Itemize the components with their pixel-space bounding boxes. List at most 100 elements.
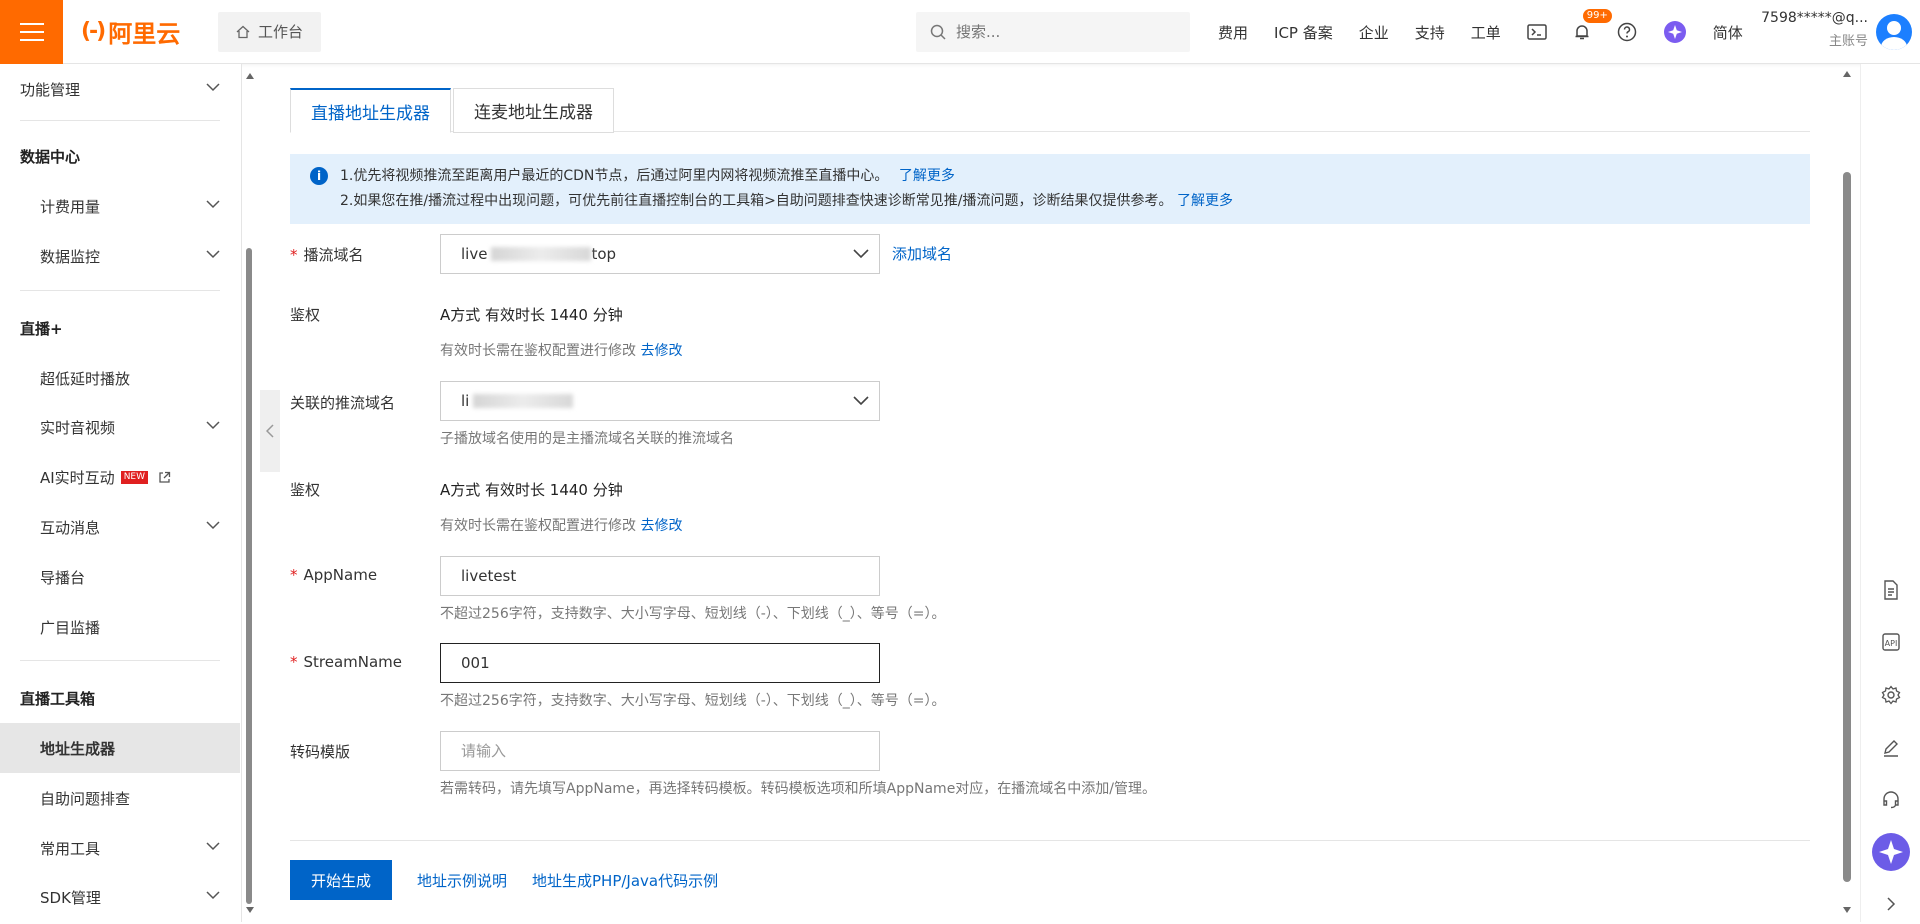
address-example-link[interactable]: 地址示例说明 [417, 870, 507, 891]
edit-icon[interactable] [1861, 728, 1920, 768]
account-info[interactable]: 7598*****@q... 主账号 [1760, 10, 1868, 49]
appname-field[interactable] [440, 556, 880, 596]
sidebar-group-live-toolbox: 直播工具箱 [20, 690, 96, 708]
tab-bar: 直播地址生成器 连麦地址生成器 [290, 88, 1810, 133]
tab-mic-address-generator[interactable]: 连麦地址生成器 [453, 88, 614, 133]
auth-label: 鉴权 [290, 306, 321, 324]
sidebar-item-label: SDK管理 [40, 888, 101, 907]
code-example-link[interactable]: 地址生成PHP/Java代码示例 [532, 870, 718, 891]
chevron-down-icon [853, 396, 869, 406]
sidebar-item-feature-management[interactable]: 功能管理 [0, 64, 240, 114]
template-input[interactable] [461, 742, 841, 760]
sidebar-collapse-toggle[interactable] [260, 390, 280, 472]
streamname-input[interactable] [461, 654, 841, 672]
sidebar-item-address-generator[interactable]: 地址生成器 [0, 723, 240, 773]
terminal-icon[interactable] [1527, 24, 1547, 40]
info-icon: i [310, 167, 328, 185]
sidebar-item-self-diagnosis[interactable]: 自助问题排查 [0, 773, 240, 823]
sidebar-item-label: 实时音视频 [40, 418, 116, 437]
push-domain-value: li [461, 392, 470, 410]
nav-fees[interactable]: 费用 [1218, 22, 1248, 43]
template-label: 转码模版 [290, 743, 351, 761]
logo-mark: (-) [81, 19, 106, 44]
account-type: 主账号 [1828, 34, 1868, 49]
sidebar-item-director[interactable]: 导播台 [0, 552, 240, 602]
sidebar-item-ai-interaction[interactable]: AI实时互动 NEW [0, 452, 240, 502]
language-switch[interactable]: 简体 [1713, 22, 1743, 43]
nav-support[interactable]: 支持 [1415, 22, 1445, 43]
sidebar-item-interactive-message[interactable]: 互动消息 [0, 502, 240, 552]
learn-more-link-1[interactable]: 了解更多 [899, 168, 955, 184]
search-input[interactable] [956, 23, 1156, 41]
document-icon[interactable] [1861, 570, 1920, 610]
customer-service-icon[interactable] [1861, 780, 1920, 820]
top-nav: 费用 ICP 备案 企业 支持 工单 99+ 简体 [1218, 0, 1769, 64]
sidebar-scroll-down-icon[interactable] [245, 906, 255, 914]
auth2-hint: 有效时长需在鉴权配置进行修改 去修改 [440, 518, 683, 534]
notice-line-1: 1.优先将视频推流至距离用户最近的CDN节点，后通过阿里内网将视频流推至直播中心… [340, 164, 1790, 189]
template-hint: 若需转码，请先填写AppName，再选择转码模板。转码模板选项和所填AppNam… [440, 781, 1157, 797]
play-domain-select[interactable]: live top [440, 234, 880, 274]
sidebar-item-data-monitor[interactable]: 数据监控 [0, 231, 240, 281]
sidebar-item-billing-usage[interactable]: 计费用量 [0, 181, 240, 231]
account-name: 7598*****@q... [1761, 10, 1868, 26]
sidebar-item-label: 常用工具 [40, 839, 101, 858]
external-link-icon [159, 471, 171, 483]
sidebar: 功能管理 数据中心 计费用量 数据监控 直播+ 超低延时播放 实时音视频 AI实… [0, 64, 242, 922]
nav-enterprise[interactable]: 企业 [1359, 22, 1389, 43]
search-box[interactable] [916, 12, 1190, 52]
nav-icp[interactable]: ICP 备案 [1274, 22, 1333, 43]
sidebar-item-label: 地址生成器 [40, 739, 116, 758]
notice-line-2: 2.如果您在推/播流过程中出现问题，可优先前往直播控制台的工具箱>自助问题排查快… [340, 189, 1790, 214]
sidebar-scrollbar[interactable] [246, 248, 252, 904]
push-domain-select[interactable]: li [440, 381, 880, 421]
template-field[interactable] [440, 731, 880, 771]
chevron-down-icon [853, 249, 869, 259]
notification-bell-icon[interactable]: 99+ [1573, 9, 1612, 41]
learn-more-link-2[interactable]: 了解更多 [1177, 193, 1233, 209]
streamname-field[interactable] [440, 643, 880, 683]
auth-hint: 有效时长需在鉴权配置进行修改 去修改 [440, 343, 683, 359]
main-scroll-up-icon[interactable] [1842, 70, 1852, 78]
tab-live-address-generator[interactable]: 直播地址生成器 [290, 88, 451, 133]
sidebar-item-low-latency[interactable]: 超低延时播放 [0, 353, 240, 403]
nav-ticket[interactable]: 工单 [1471, 22, 1501, 43]
notice-text-1: 1.优先将视频推流至距离用户最近的CDN节点，后通过阿里内网将视频流推至直播中心… [340, 168, 889, 184]
notice-text-2: 2.如果您在推/播流过程中出现问题，可优先前往直播控制台的工具箱>自助问题排查快… [340, 193, 1173, 209]
modify-auth-link[interactable]: 去修改 [640, 343, 682, 359]
ai-assistant-floating-icon[interactable] [1861, 832, 1920, 872]
logo-text: 阿里云 [108, 20, 181, 48]
menu-icon[interactable] [0, 0, 63, 64]
add-domain-link[interactable]: 添加域名 [892, 243, 952, 264]
main-content: 直播地址生成器 连麦地址生成器 i 1.优先将视频推流至距离用户最近的CDN节点… [290, 64, 1810, 922]
sidebar-group-data-center: 数据中心 [20, 148, 81, 166]
appname-input[interactable] [461, 567, 841, 585]
chevron-down-icon [206, 250, 220, 259]
workbench-button[interactable]: 工作台 [218, 11, 322, 52]
sidebar-item-sdk-management[interactable]: SDK管理 [0, 872, 240, 922]
modify-auth2-link[interactable]: 去修改 [640, 518, 682, 534]
sidebar-item-rtc[interactable]: 实时音视频 [0, 402, 240, 452]
aliyun-logo[interactable]: (-) 阿里云 [63, 0, 193, 64]
main-scroll-down-icon[interactable] [1842, 906, 1852, 914]
play-domain-label: * 播流域名 [290, 246, 364, 264]
push-domain-hint: 子播放域名使用的是主播流域名关联的推流域名 [440, 431, 734, 447]
ai-assistant-icon[interactable] [1663, 20, 1687, 44]
streamname-label: * StreamName [290, 653, 403, 671]
sidebar-item-common-tools[interactable]: 常用工具 [0, 823, 240, 873]
generate-button[interactable]: 开始生成 [290, 860, 392, 900]
settings-gear-icon[interactable] [1861, 675, 1920, 715]
main-scrollbar[interactable] [1843, 172, 1851, 882]
sidebar-item-monitoring[interactable]: 广目监播 [0, 602, 240, 652]
chevron-down-icon [206, 891, 220, 900]
help-icon[interactable] [1617, 22, 1637, 42]
footer-divider [290, 840, 1810, 841]
sidebar-scroll-up-icon[interactable] [245, 72, 255, 80]
auth2-value: A方式 有效时长 1440 分钟 [440, 481, 623, 499]
chevron-right-icon[interactable] [1861, 884, 1920, 924]
api-icon[interactable]: API [1861, 622, 1920, 662]
avatar[interactable] [1876, 14, 1912, 50]
sidebar-item-label: 功能管理 [20, 80, 81, 99]
info-notice: i 1.优先将视频推流至距离用户最近的CDN节点，后通过阿里内网将视频流推至直播… [290, 154, 1810, 224]
sidebar-divider [20, 660, 220, 661]
